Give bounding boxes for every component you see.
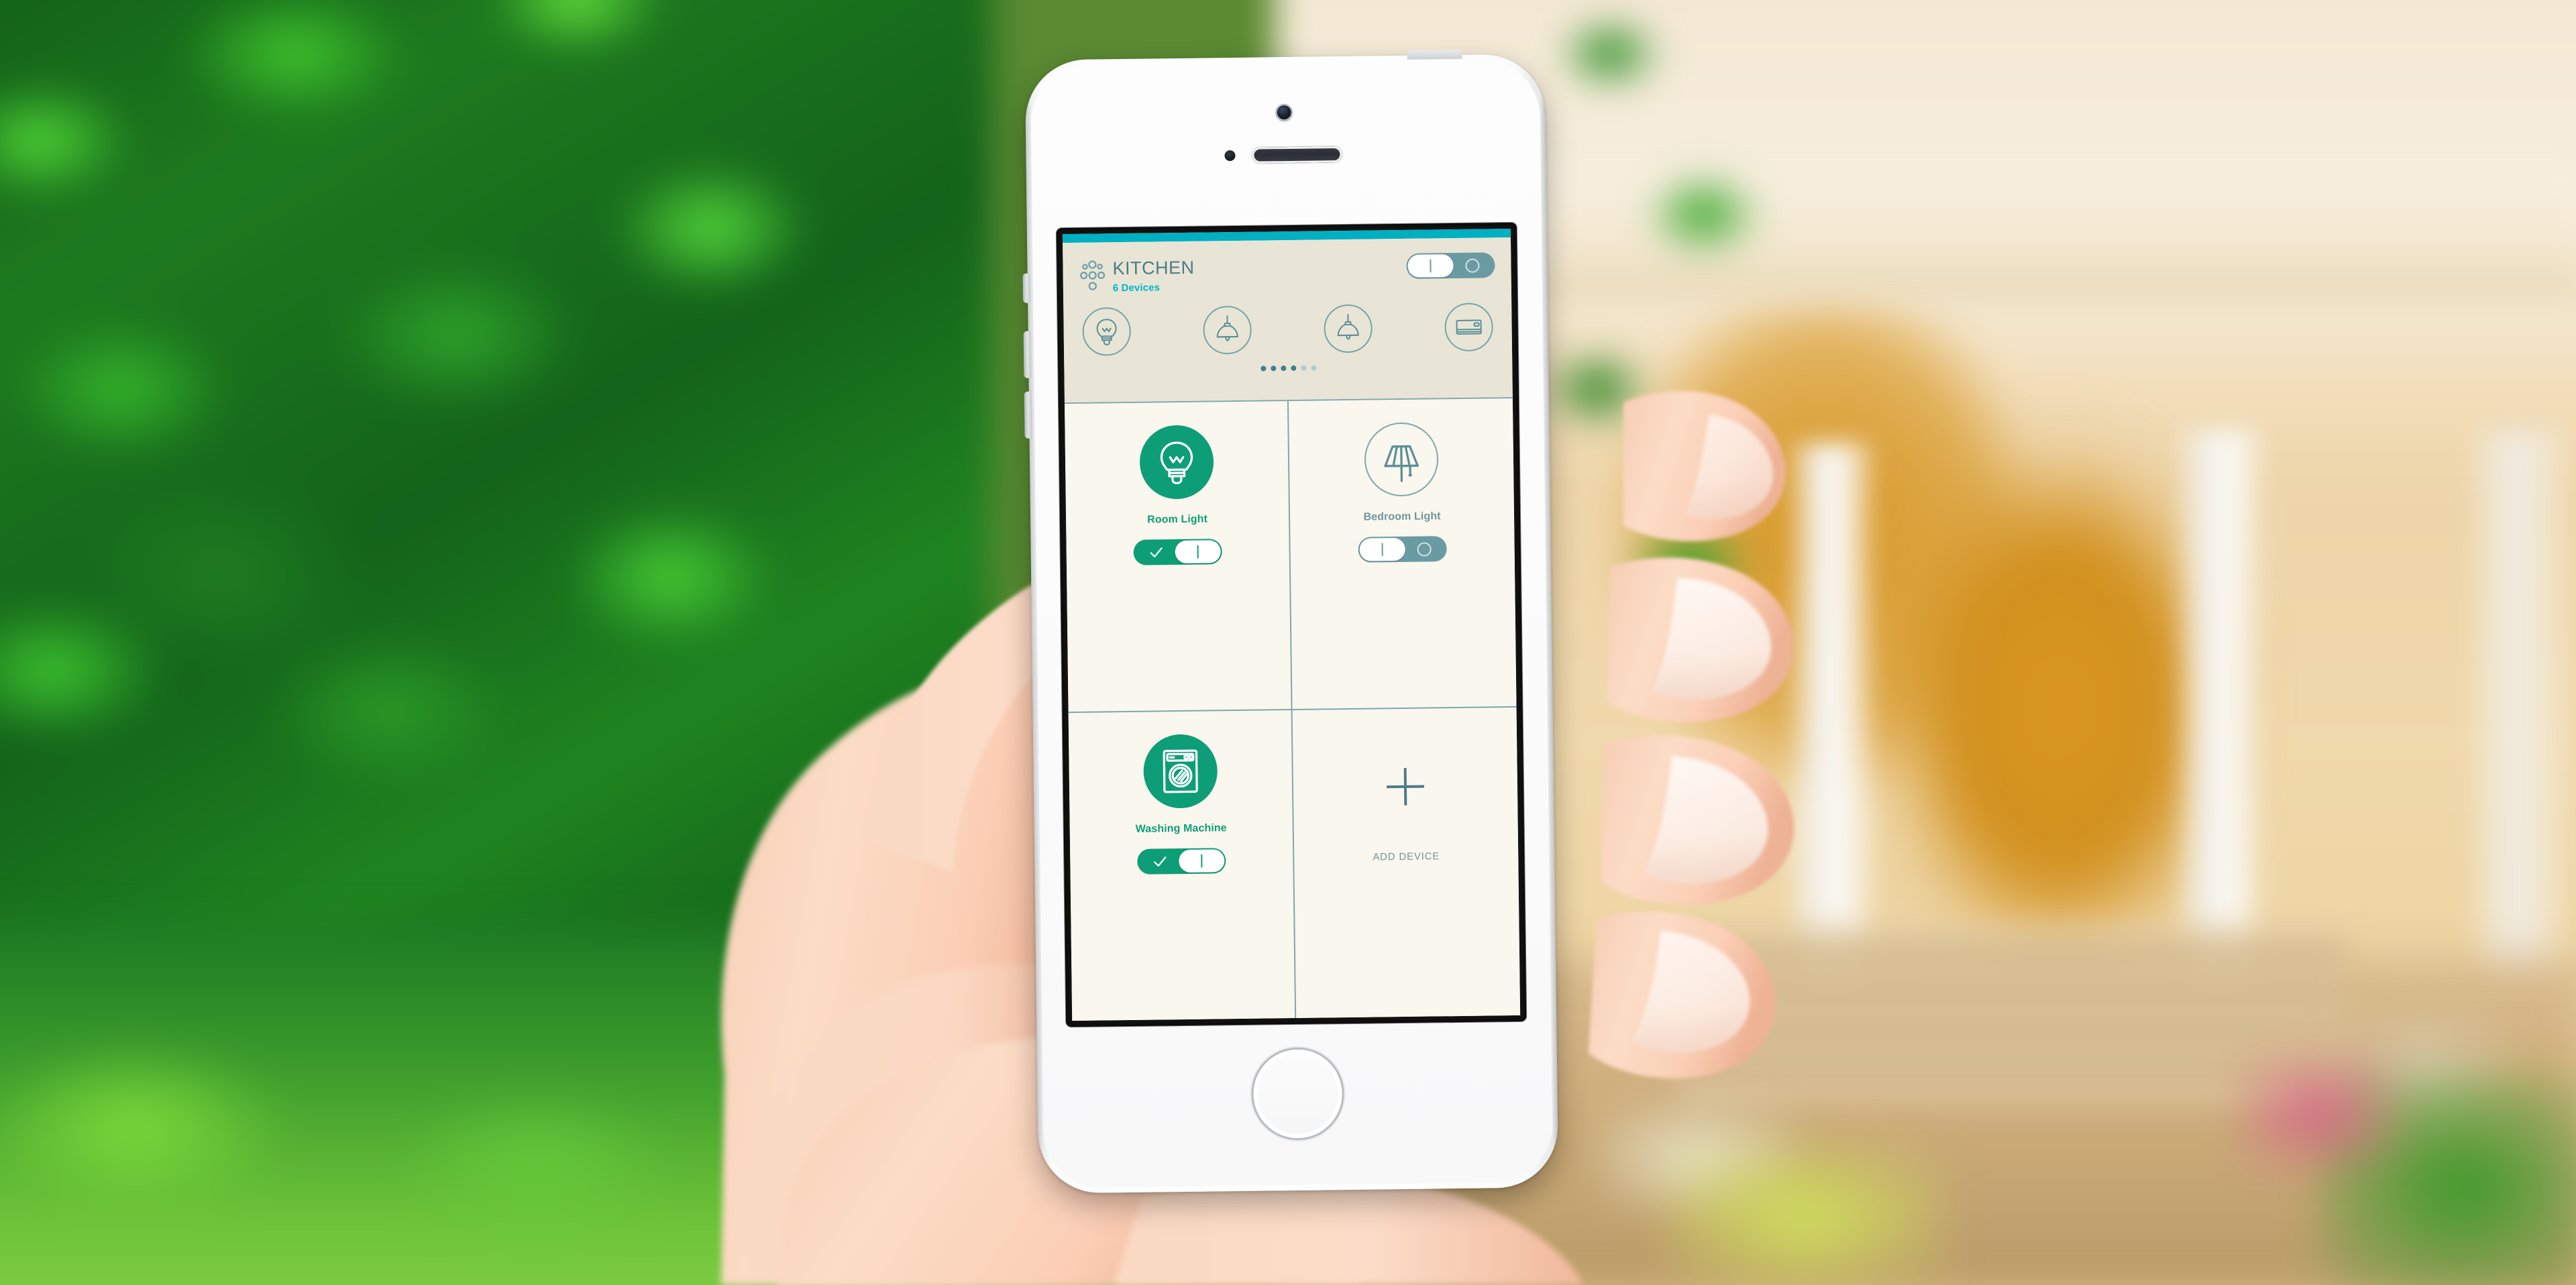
background-foliage [0,0,993,1060]
volume-down-button[interactable] [1024,391,1032,439]
device-tile-room-light[interactable]: Room Light [1064,401,1293,714]
page-dot[interactable] [1280,366,1286,372]
strip-item-air-conditioner[interactable] [1444,302,1494,352]
toggle-off-mark [1402,536,1445,562]
power-on-bar-icon [1201,854,1203,868]
table-lamp-icon [1384,445,1419,482]
light-bulb-icon [1160,441,1193,485]
washing-machine-icon [1163,749,1198,793]
room-header-top-row: KITCHEN 6 Devices [1079,252,1495,294]
room-header: KITCHEN 6 Devices [1063,237,1513,403]
silent-switch[interactable] [1022,273,1031,303]
device-tile-grid: Room Light Bedroom Light Washing Machine… [1064,396,1521,1021]
power-off-circle-icon [1464,258,1480,273]
check-icon [1150,547,1163,558]
device-tile-washing-machine[interactable]: Washing Machine [1068,710,1297,1021]
room-light-toggle[interactable] [1133,539,1222,565]
proximity-sensor-icon [1224,150,1236,162]
washing-machine-toggle[interactable] [1137,848,1226,875]
toggle-off-mark [1450,252,1493,278]
toggle-knob [1175,540,1221,564]
page-dot[interactable] [1290,365,1296,371]
strip-item-pendant-lamp-2[interactable] [1324,304,1373,353]
pendant-lamp-icon [1337,313,1359,340]
add-device-tile[interactable]: ADD DEVICE [1293,708,1521,1019]
dots-cluster-icon [1080,260,1106,290]
page-dot[interactable] [1300,365,1306,371]
air-conditioner-icon [1456,319,1482,335]
power-on-bar-icon [1381,543,1383,557]
device-tile-label: Bedroom Light [1363,510,1441,523]
bedroom-light-icon-badge [1364,422,1439,497]
power-on-bar-icon [1197,545,1199,559]
bedroom-light-toggle[interactable] [1358,536,1447,563]
toggle-knob [1359,537,1405,561]
plus-icon [1387,768,1425,806]
room-text-block: KITCHEN 6 Devices [1112,256,1195,294]
room-identity: KITCHEN 6 Devices [1079,256,1195,294]
power-on-bar-icon [1430,259,1432,273]
page-indicator[interactable] [1080,363,1496,374]
master-power-toggle[interactable] [1406,252,1495,279]
pendant-lamp-icon [1216,315,1238,341]
strip-item-pendant-lamp-1[interactable] [1203,305,1252,355]
page-dot[interactable] [1270,366,1276,372]
toggle-knob [1407,254,1454,278]
check-icon [1154,856,1167,867]
page-dot[interactable] [1260,366,1266,372]
background-grass [0,926,1140,1285]
washing-machine-icon-badge [1143,734,1218,809]
device-tile-label: Room Light [1147,513,1208,526]
device-tile-label: Washing Machine [1135,822,1227,835]
smartphone: KITCHEN 6 Devices Room Light Bedroom Lig… [1022,49,1559,1194]
page-dot[interactable] [1310,365,1316,371]
strip-item-bulb[interactable] [1082,306,1132,356]
device-icon-strip [1079,302,1496,356]
light-bulb-icon [1096,319,1117,345]
phone-body: KITCHEN 6 Devices Room Light Bedroom Lig… [1022,49,1559,1194]
screen-bezel: KITCHEN 6 Devices Room Light Bedroom Lig… [1056,222,1527,1027]
background-flowers-yellow [1664,1140,1945,1285]
app-screen: KITCHEN 6 Devices Room Light Bedroom Lig… [1062,228,1521,1021]
background-scene: KITCHEN 6 Devices Room Light Bedroom Lig… [0,0,2576,1285]
room-light-icon-badge [1139,425,1214,500]
background-vine [1529,0,1818,711]
device-count-label: 6 Devices [1112,282,1161,294]
add-device-label: ADD DEVICE [1373,850,1440,863]
earpiece-speaker-icon [1252,146,1342,164]
power-button[interactable] [1407,49,1462,60]
toggle-on-mark [1138,848,1181,875]
toggle-on-mark [1134,539,1177,565]
front-camera-icon [1275,103,1293,121]
background-flowers-pink [2234,1053,2402,1174]
power-off-circle-icon [1417,541,1432,557]
toggle-knob [1179,849,1225,873]
volume-up-button[interactable] [1023,331,1032,378]
device-tile-bedroom-light[interactable]: Bedroom Light [1288,398,1517,710]
page-title: KITCHEN [1112,257,1195,279]
